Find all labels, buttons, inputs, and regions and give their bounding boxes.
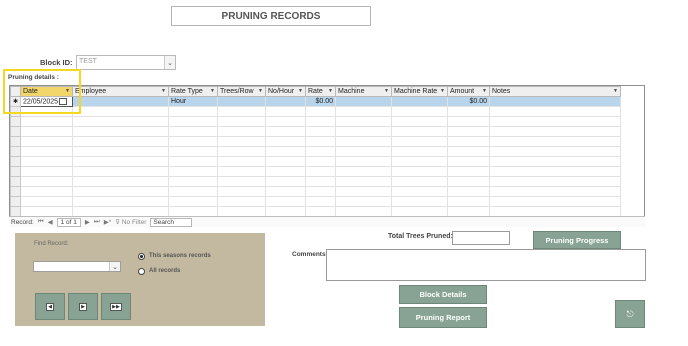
row-selector[interactable] [10, 196, 21, 207]
sort-arrow-icon[interactable]: ▼ [384, 88, 389, 94]
column-header-amount[interactable]: Amount ▼ [447, 86, 490, 97]
focus-highlight [3, 69, 81, 114]
find-next-button[interactable]: ▶ [68, 293, 98, 320]
machine-cell[interactable] [335, 96, 392, 107]
row-selector[interactable] [10, 146, 21, 157]
table-row[interactable] [10, 146, 621, 157]
exit-button[interactable]: ⎋ [615, 300, 645, 328]
sort-arrow-icon[interactable]: ▼ [328, 88, 333, 94]
table-row[interactable] [10, 106, 621, 117]
sort-arrow-icon[interactable]: ▼ [161, 88, 166, 94]
table-row[interactable] [10, 166, 621, 177]
block-id-combo[interactable]: TEST ⌄ [76, 55, 176, 70]
column-header-no-hour[interactable]: No/Hour ▼ [265, 86, 306, 97]
this-season-radio[interactable] [138, 253, 145, 260]
row-selector[interactable] [10, 116, 21, 127]
table-row[interactable] [10, 176, 621, 187]
find-previous-button[interactable]: ◀ [35, 293, 65, 320]
table-row[interactable] [10, 206, 621, 217]
comments-label: Comments: [292, 251, 328, 258]
sort-arrow-icon[interactable]: ▼ [210, 88, 215, 94]
total-trees-field[interactable] [452, 231, 510, 245]
search-input[interactable]: Search [150, 217, 193, 227]
find-last-button[interactable]: ▶▶ [101, 293, 131, 320]
all-records-radio[interactable] [138, 268, 145, 275]
next-record-icon[interactable]: ▶ [85, 218, 90, 226]
table-row[interactable] [10, 156, 621, 167]
row-selector[interactable] [10, 166, 21, 177]
table-row[interactable] [10, 136, 621, 147]
last-record-icon[interactable]: ⏭ [94, 218, 100, 226]
exit-door-icon: ⎋ [626, 308, 634, 319]
this-season-label: This seasons records [149, 253, 211, 259]
amount-cell[interactable]: $0.00 [447, 96, 490, 107]
table-row[interactable] [10, 196, 621, 207]
total-trees-label: Total Trees Pruned: [388, 233, 453, 240]
table-row[interactable] [10, 126, 621, 137]
page-title: PRUNING RECORDS [171, 6, 371, 26]
record-navigation-bar: Record: ⏮ ◀ 1 of 1 ▶ ⏭ ▶* ⊽ No Filter Se… [9, 216, 645, 227]
sort-arrow-icon[interactable]: ▼ [298, 88, 303, 94]
find-record-combo[interactable]: ⌄ [33, 261, 121, 272]
pruning-progress-button[interactable]: Pruning Progress [533, 231, 621, 249]
record-label: Record: [11, 218, 34, 226]
chevron-down-icon[interactable]: ⌄ [109, 262, 120, 271]
trees-row-cell[interactable] [217, 96, 266, 107]
new-record-icon[interactable]: ▶* [104, 218, 112, 226]
filter-icon: ⊽ [115, 219, 121, 226]
column-header-machine[interactable]: Machine ▼ [335, 86, 392, 97]
next-icon: ▶ [79, 302, 87, 311]
first-record-icon[interactable]: ⏮ [38, 218, 44, 226]
pruning-details-grid: Date ▼ Employee ▼ Rate Type ▼ Trees/Row ▼ No… [9, 85, 645, 227]
row-selector[interactable] [10, 176, 21, 187]
block-id-value: TEST [79, 58, 97, 65]
row-selector[interactable] [10, 206, 21, 217]
chevron-down-icon[interactable]: ⌄ [164, 56, 175, 69]
table-row[interactable]: ✱ 22/05/2025 Hour $0.00 $0.00 [10, 96, 621, 107]
column-header-rate-type[interactable]: Rate Type ▼ [168, 86, 218, 97]
no-filter-button[interactable]: ⊽ No Filter [115, 218, 146, 226]
row-selector[interactable] [10, 126, 21, 137]
column-header-trees-row[interactable]: Trees/Row ▼ [217, 86, 266, 97]
sort-arrow-icon[interactable]: ▼ [440, 88, 445, 94]
previous-record-icon[interactable]: ◀ [48, 218, 53, 226]
last-icon: ▶▶ [110, 302, 122, 311]
column-header-rate[interactable]: Rate ▼ [305, 86, 336, 97]
pruning-report-button[interactable]: Pruning Report [399, 307, 487, 328]
all-records-label: All records [149, 268, 181, 274]
block-id-label: Block ID: [40, 58, 73, 67]
row-selector[interactable] [10, 186, 21, 197]
sort-arrow-icon[interactable]: ▼ [482, 88, 487, 94]
notes-cell[interactable] [489, 96, 621, 107]
row-selector[interactable] [10, 136, 21, 147]
find-record-label: Find Record: [34, 241, 69, 247]
record-position[interactable]: 1 of 1 [56, 217, 81, 227]
no-hour-cell[interactable] [265, 96, 306, 107]
employee-cell[interactable] [72, 96, 169, 107]
previous-icon: ◀ [46, 302, 54, 311]
column-header-machine-rate[interactable]: Machine Rate ▼ [391, 86, 448, 97]
column-header-employee[interactable]: Employee ▼ [72, 86, 169, 97]
comments-field[interactable] [326, 249, 646, 281]
table-row[interactable] [10, 186, 621, 197]
row-selector[interactable] [10, 156, 21, 167]
column-header-notes[interactable]: Notes ▼ [489, 86, 621, 97]
sort-arrow-icon[interactable]: ▼ [613, 88, 618, 94]
sort-arrow-icon[interactable]: ▼ [258, 88, 263, 94]
rate-type-cell[interactable]: Hour [168, 96, 218, 107]
block-details-button[interactable]: Block Details [399, 285, 487, 304]
table-row[interactable] [10, 116, 621, 127]
rate-cell[interactable]: $0.00 [305, 96, 336, 107]
machine-rate-cell[interactable] [391, 96, 448, 107]
